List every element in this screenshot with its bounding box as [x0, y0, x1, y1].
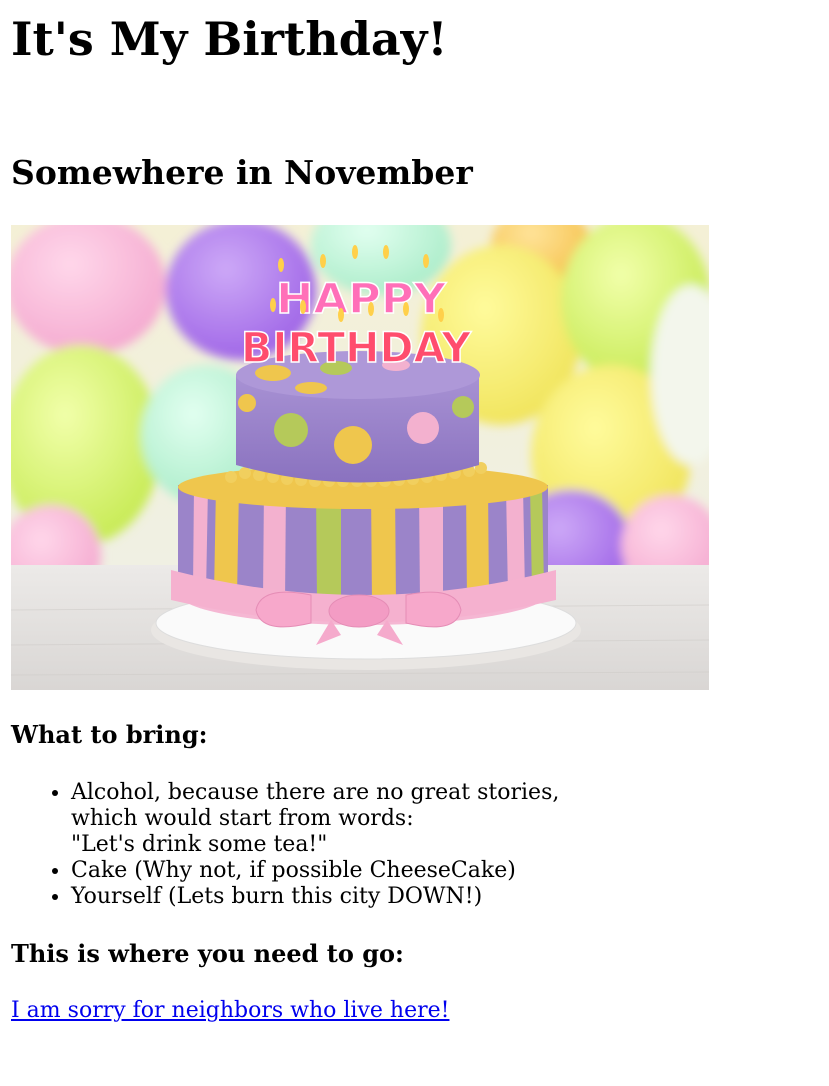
list-item-line: Alcohol, because there are no great stor… — [71, 780, 560, 805]
page-subtitle: Somewhere in November — [11, 153, 473, 192]
list-item-line: which would start from words: — [71, 806, 414, 831]
list-item: Cake (Why not, if possible CheeseCake) — [71, 858, 818, 884]
page: It's My Birthday! Somewhere in November — [0, 0, 829, 1024]
list-item: Alcohol, because there are no great stor… — [71, 780, 818, 858]
page-title: It's My Birthday! — [11, 12, 448, 66]
list-item-line: "Let's drink some tea!" — [71, 832, 328, 857]
what-to-bring-heading: What to bring: — [11, 720, 208, 749]
list-item: Yourself (Lets burn this city DOWN!) — [71, 884, 818, 910]
birthday-cake-photo: HAPPY BIRTHDAY — [11, 225, 709, 690]
directions-link[interactable]: I am sorry for neighbors who live here! — [11, 998, 449, 1024]
directions-heading: This is where you need to go: — [11, 939, 404, 968]
bring-list: Alcohol, because there are no great stor… — [11, 780, 818, 910]
cake-topper-birthday: BIRTHDAY — [241, 323, 472, 372]
cake-topper-happy: HAPPY — [276, 274, 447, 323]
